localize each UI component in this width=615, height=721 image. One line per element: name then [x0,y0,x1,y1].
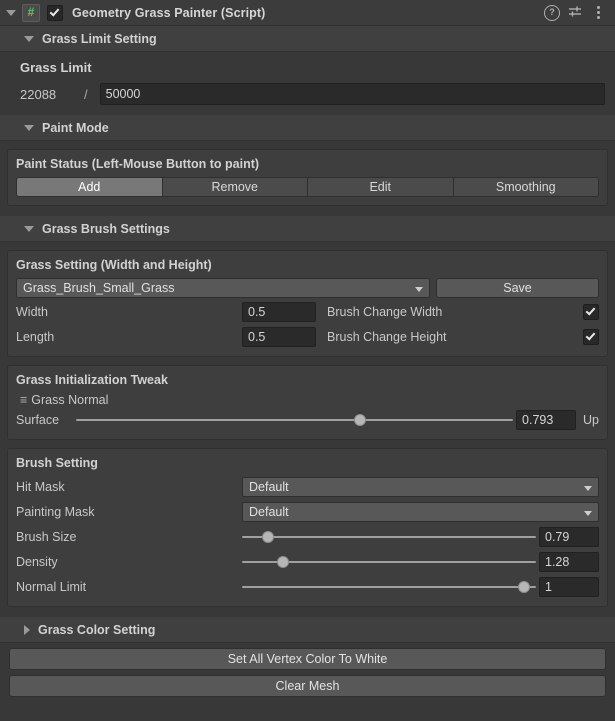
grass-init-tweak-title: Grass Initialization Tweak [16,373,168,387]
foldout-arrow-grass-color[interactable] [24,624,30,635]
normal-limit-slider-knob[interactable] [518,581,531,593]
brush-size-slider-track [242,536,536,538]
brush-size-label: Brush Size [16,530,77,544]
grass-limit-row: 22088 / 50000 [20,83,605,105]
grass-brush-body: Grass Setting (Width and Height) Grass_B… [0,242,615,617]
grass-setting-panel: Grass Setting (Width and Height) Grass_B… [7,250,608,357]
script-icon: # [22,3,40,22]
brush-setting-panel: Brush Setting Hit Mask Default Painting … [7,448,608,607]
grass-normal-label: Grass Normal [31,393,109,407]
normal-limit-row: Normal Limit 1 [16,576,599,598]
surface-value-input[interactable]: 0.793 [516,410,577,430]
grass-limit-body: Grass Limit 22088 / 50000 [0,52,615,115]
hit-mask-dropdown[interactable]: Default [242,477,599,497]
surface-slider[interactable] [76,411,514,429]
paint-mode-button-row: Add Remove Edit Smoothing [16,177,599,197]
brush-size-row: Brush Size 0.79 [16,526,599,548]
grass-preset-dropdown[interactable]: Grass_Brush_Small_Grass [16,278,430,298]
grass-limit-current: 22088 [20,86,57,102]
hit-mask-row: Hit Mask Default [16,476,599,498]
paint-mode-body: Paint Status (Left-Mouse Button to paint… [0,141,615,216]
painting-mask-row: Painting Mask Default [16,501,599,523]
density-slider-knob[interactable] [277,556,290,568]
section-header-grass-color[interactable]: Grass Color Setting [0,617,615,643]
brush-size-slider-knob[interactable] [262,531,275,543]
brush-width-input[interactable]: 0.5 [242,302,316,322]
brush-change-width-checkbox[interactable] [583,304,599,320]
section-header-paint-mode[interactable]: Paint Mode [0,115,615,141]
paint-mode-button-remove[interactable]: Remove [161,177,307,197]
section-header-grass-brush[interactable]: Grass Brush Settings [0,216,615,242]
brush-width-label: Width [16,305,48,319]
grass-init-tweak-panel: Grass Initialization Tweak ≡ Grass Normal… [7,365,608,440]
normal-limit-value-input[interactable]: 1 [539,577,599,597]
normal-limit-slider-track [242,586,536,588]
paint-status-title: Paint Status (Left-Mouse Button to paint… [16,157,260,171]
brush-length-row: Length 0.5 Brush Change Height [16,326,599,348]
painting-mask-label: Painting Mask [16,505,95,519]
brush-size-value-input[interactable]: 0.79 [539,527,599,547]
surface-label: Surface [16,413,60,427]
normal-limit-slider[interactable] [242,578,536,596]
section-title-paint-mode: Paint Mode [42,120,109,135]
density-value-input[interactable]: 1.28 [539,552,599,572]
density-row: Density 1.28 [16,551,599,573]
density-slider[interactable] [242,553,536,571]
brush-setting-title: Brush Setting [16,456,98,470]
surface-up-label: Up [583,413,599,427]
action-buttons: Set All Vertex Color To White Clear Mesh [0,648,615,703]
brush-change-height-checkbox[interactable] [583,329,599,345]
grass-setting-title: Grass Setting (Width and Height) [16,258,212,272]
foldout-arrow-grass-limit[interactable] [24,35,34,42]
brush-length-input[interactable]: 0.5 [242,327,316,347]
paint-mode-button-edit[interactable]: Edit [307,177,453,197]
grass-limit-label: Grass Limit [20,60,92,75]
foldout-arrow-paint-mode[interactable] [24,124,34,131]
brush-width-row: Width 0.5 Brush Change Width [16,301,599,323]
surface-row: Surface 0.793 Up [16,409,599,431]
brush-size-slider[interactable] [242,528,536,546]
surface-slider-track [76,419,514,421]
preset-icon-svg [568,6,581,17]
painting-mask-dropdown[interactable]: Default [242,502,599,522]
kebab-menu-icon[interactable] [589,4,607,22]
paint-mode-button-add[interactable]: Add [16,177,162,197]
section-title-grass-brush: Grass Brush Settings [42,221,170,236]
paint-mode-button-smoothing[interactable]: Smoothing [452,177,599,197]
set-all-vertex-color-white-button[interactable]: Set All Vertex Color To White [9,648,606,670]
hit-mask-label: Hit Mask [16,480,65,494]
foldout-arrow-grass-brush[interactable] [24,225,34,232]
component-header: # Geometry Grass Painter (Script) ? [0,0,615,26]
paint-status-panel: Paint Status (Left-Mouse Button to paint… [7,149,608,206]
component-foldout-arrow[interactable] [6,9,16,16]
grass-limit-max-input[interactable]: 50000 [99,83,605,105]
brush-change-width-label: Brush Change Width [327,305,443,319]
help-icon[interactable]: ? [543,4,561,22]
section-title-grass-color: Grass Color Setting [38,622,156,637]
section-title-grass-limit: Grass Limit Setting [42,31,157,46]
density-label: Density [16,555,58,569]
normal-limit-label: Normal Limit [16,580,87,594]
preset-icon[interactable] [566,4,584,22]
surface-slider-knob[interactable] [354,414,367,426]
component-title: Geometry Grass Painter (Script) [72,5,266,20]
list-handle-icon: ≡ [20,393,28,407]
section-header-grass-limit[interactable]: Grass Limit Setting [0,26,615,52]
brush-change-height-label: Brush Change Height [327,330,447,344]
grass-limit-separator: / [84,86,88,102]
component-enabled-checkbox[interactable] [47,4,63,21]
clear-mesh-button[interactable]: Clear Mesh [9,675,606,697]
brush-length-label: Length [16,330,55,344]
grass-normal-row: ≡ Grass Normal [16,393,599,407]
save-button[interactable]: Save [436,278,599,298]
